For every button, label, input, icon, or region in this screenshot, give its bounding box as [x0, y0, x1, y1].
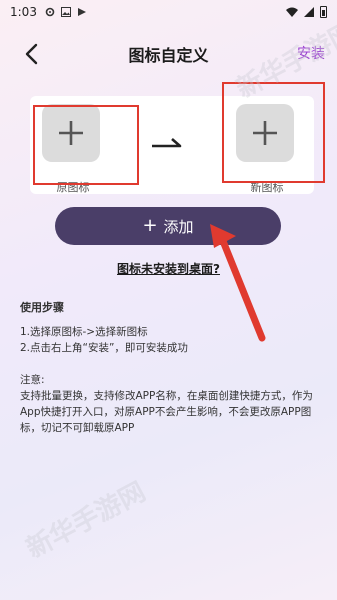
install-button[interactable]: 安装 [297, 43, 325, 63]
status-right [286, 6, 327, 18]
watermark: 新华手游网 [21, 476, 151, 565]
battery-icon [320, 6, 327, 18]
play-store-icon [77, 8, 86, 16]
top-nav: 图标自定义 安装 [0, 32, 337, 72]
annotation-box-new [222, 82, 325, 183]
note-text: 支持批量更换，支持修改APP名称，在桌面创建快捷方式，作为 App快捷打开入口，… [20, 390, 313, 434]
image-icon [60, 7, 71, 17]
status-time: 1:03 [10, 5, 37, 19]
page-title: 图标自定义 [128, 46, 209, 65]
note-title: 注意: [20, 374, 45, 386]
steps-title: 使用步骤 [20, 301, 64, 314]
add-button-label: 添加 [163, 217, 194, 236]
settings-gear-icon [45, 7, 55, 17]
add-button[interactable]: + 添加 [55, 207, 281, 245]
step-item: 1.选择原图标->选择新图标 [20, 326, 148, 338]
status-bar: 1:03 [0, 0, 337, 24]
wifi-icon [286, 7, 298, 17]
step-item: 2.点击右上角“安装”，即可安装成功 [20, 342, 188, 354]
signal-icon [304, 7, 314, 17]
replace-arrow-icon [152, 138, 182, 148]
annotation-box-original [33, 105, 139, 185]
not-installed-link[interactable]: 图标未安装到桌面? [0, 260, 337, 277]
add-plus-icon: + [142, 215, 158, 236]
